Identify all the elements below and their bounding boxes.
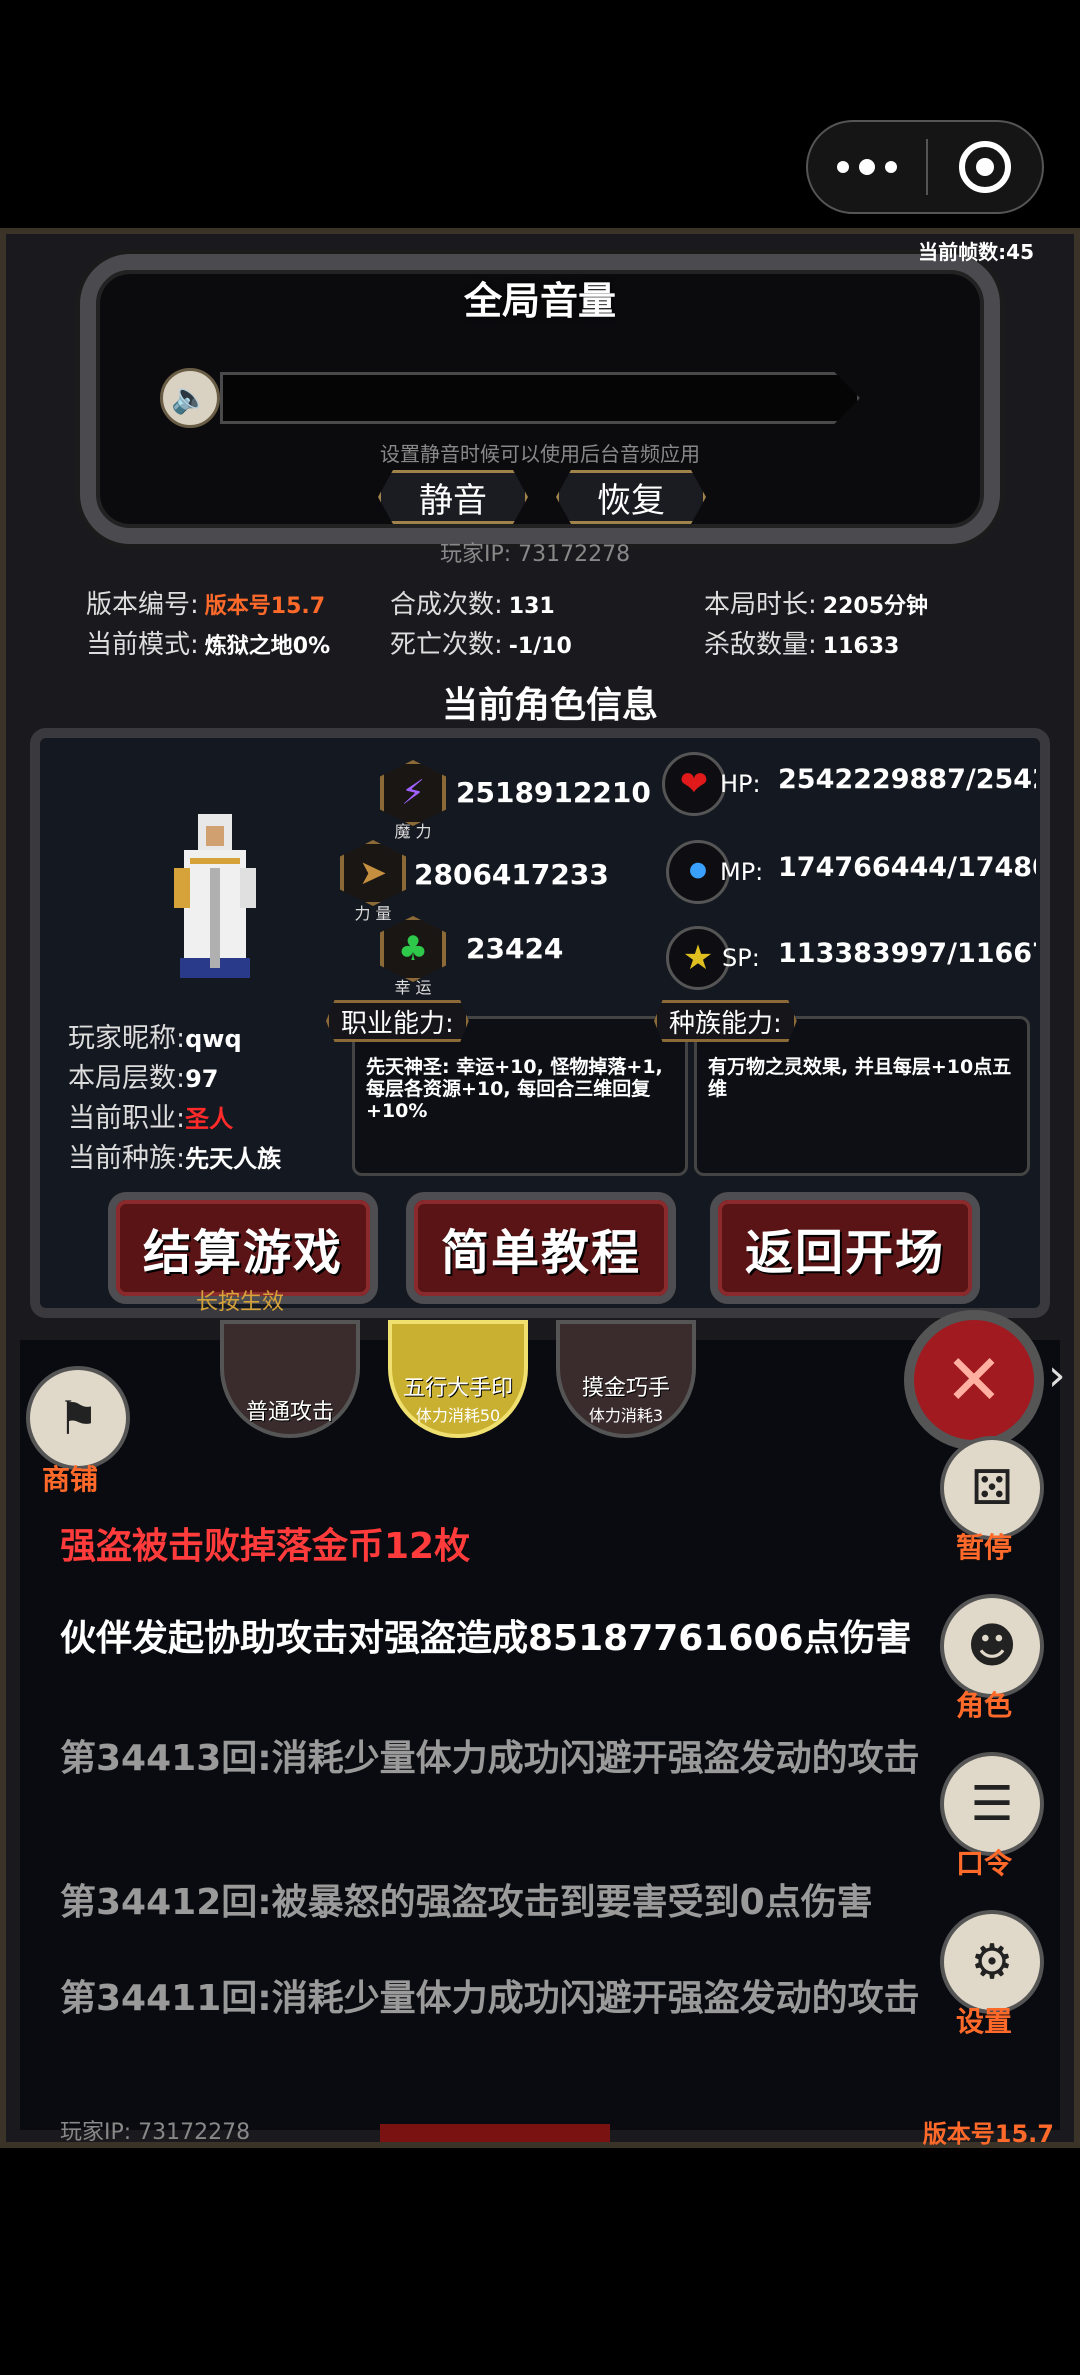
time-stat: 本局时长: 2205分钟 xyxy=(704,584,928,621)
synth-stat: 合成次数: 131 xyxy=(390,584,555,621)
settings-label[interactable]: 设置 xyxy=(956,2000,1012,2040)
synth-label: 合成次数: xyxy=(390,590,503,620)
job-value: 圣人 xyxy=(185,1105,234,1133)
player-ip-footer: 玩家IP: 73172278 xyxy=(60,2120,251,2145)
progress-bar xyxy=(380,2124,610,2142)
pause-label[interactable]: 暂停 xyxy=(956,1526,1012,1566)
character-icon[interactable]: ☻ xyxy=(940,1594,1044,1698)
job-ability-tag: 职业能力: xyxy=(326,1000,469,1042)
time-value: 2205分钟 xyxy=(822,594,928,619)
death-stat: 死亡次数: -1/10 xyxy=(390,624,572,661)
back-to-start-button[interactable]: 返回开场 xyxy=(710,1192,980,1304)
close-miniprogram-button[interactable] xyxy=(928,141,1042,193)
hp-value: 2542229887/254271 xyxy=(778,764,1036,795)
floor-label: 本局层数: xyxy=(68,1063,186,1094)
skill-name: 五行大手印 xyxy=(402,1376,513,1401)
nickname-row: 玩家昵称:qwq xyxy=(68,1016,242,1055)
password-label[interactable]: 口令 xyxy=(956,1842,1012,1882)
player-ip: 玩家IP: 73172278 xyxy=(440,542,631,567)
fps-counter: 当前帧数:45 xyxy=(918,240,1034,264)
role-label[interactable]: 角色 xyxy=(956,1684,1012,1724)
floor-row: 本局层数:97 xyxy=(68,1056,219,1095)
shop-icon[interactable]: ⚑ xyxy=(26,1366,130,1470)
race-label: 当前种族: xyxy=(68,1143,186,1174)
race-ability-text: 有万物之灵效果, 并且每层+10点五维 xyxy=(708,1056,1012,1100)
miniprogram-capsule xyxy=(806,120,1044,214)
race-ability-tag: 种族能力: xyxy=(654,1000,797,1042)
mode-value: 炼狱之地0% xyxy=(204,634,331,659)
sp-label: SP: xyxy=(722,944,760,972)
skill-name: 普通攻击 xyxy=(245,1400,334,1425)
more-options-button[interactable] xyxy=(808,122,926,212)
floor-value: 97 xyxy=(185,1065,219,1093)
mp-label: MP: xyxy=(720,858,764,886)
speaker-icon[interactable]: 🔈 xyxy=(160,368,220,428)
kills-value: 11633 xyxy=(822,634,900,659)
luck-value: 23424 xyxy=(466,932,564,965)
skill-cost: 体力消耗3 xyxy=(588,1406,664,1425)
job-row: 当前职业:圣人 xyxy=(68,1096,233,1135)
job-label: 当前职业: xyxy=(68,1103,186,1134)
volume-hint: 设置静音时候可以使用后台音频应用 xyxy=(380,442,700,466)
restore-button[interactable]: 恢复 xyxy=(556,470,706,524)
strength-value: 2806417233 xyxy=(414,858,609,891)
nickname-label: 玩家昵称: xyxy=(68,1023,186,1054)
log-line: 强盗被击败掉落金币12枚 xyxy=(60,1526,471,1567)
log-line: 第34412回:被暴怒的强盗攻击到要害受到0点伤害 xyxy=(60,1882,873,1923)
settle-hint: 长按生效 xyxy=(196,1290,285,1315)
log-line: 伙伴发起协助攻击对强盗造成85187761606点伤害 xyxy=(60,1618,912,1659)
tutorial-button[interactable]: 简单教程 xyxy=(406,1192,676,1304)
version-footer: 版本号15.7 xyxy=(922,2120,1054,2148)
volume-slider[interactable] xyxy=(220,372,860,424)
volume-title: 全局音量 xyxy=(463,279,616,323)
death-value: -1/10 xyxy=(508,634,572,659)
sp-value: 113383997/116673 xyxy=(778,938,1036,969)
hp-label: HP: xyxy=(720,770,761,798)
job-ability-text: 先天神圣: 幸运+10, 怪物掉落+1, 每层各资源+10, 每回合三维回复+1… xyxy=(366,1056,663,1122)
version-stat: 版本编号: 版本号15.7 xyxy=(86,584,325,621)
version-value: 版本号15.7 xyxy=(204,594,326,619)
book-icon[interactable]: ☰ xyxy=(940,1752,1044,1856)
magic-caption: 魔 力 xyxy=(394,822,432,841)
gear-icon[interactable]: ⚙ xyxy=(940,1910,1044,2014)
dice-icon[interactable]: ⚄ xyxy=(940,1436,1044,1540)
role-section-title: 当前角色信息 xyxy=(441,685,658,726)
mp-value: 174766444/174801 xyxy=(778,852,1036,883)
more-dot-icon xyxy=(837,161,849,173)
log-line: 第34411回:消耗少量体力成功闪避开强盗发动的攻击 xyxy=(60,1978,920,2019)
more-dot-icon xyxy=(885,161,897,173)
skill-cost: 体力消耗50 xyxy=(415,1406,501,1425)
luck-caption: 幸 运 xyxy=(394,978,432,997)
log-line: 第34413回:消耗少量体力成功闪避开强盗发动的攻击 xyxy=(60,1738,920,1779)
target-icon xyxy=(959,141,1011,193)
shop-label[interactable]: 商铺 xyxy=(42,1458,98,1498)
chevron-right-icon[interactable]: › xyxy=(1048,1350,1066,1401)
character-avatar xyxy=(174,814,256,978)
mode-label: 当前模式: xyxy=(86,630,199,660)
strength-caption: 力 量 xyxy=(354,904,392,923)
version-label: 版本编号: xyxy=(86,590,199,620)
nickname-value: qwq xyxy=(185,1025,242,1053)
mode-stat: 当前模式: 炼狱之地0% xyxy=(86,624,330,661)
synth-value: 131 xyxy=(508,594,555,619)
race-value: 先天人族 xyxy=(185,1145,282,1173)
close-icon[interactable]: ✕ xyxy=(904,1310,1044,1450)
death-label: 死亡次数: xyxy=(390,630,503,660)
heart-icon: ❤ xyxy=(662,752,726,816)
race-row: 当前种族:先天人族 xyxy=(68,1136,281,1175)
skill-name: 摸金巧手 xyxy=(581,1376,670,1401)
stamina-icon: ★ xyxy=(666,926,730,990)
mute-button[interactable]: 静音 xyxy=(378,470,528,524)
kills-stat: 杀敌数量: 11633 xyxy=(704,624,899,661)
kills-label: 杀敌数量: xyxy=(704,630,817,660)
more-dot-icon xyxy=(859,159,875,175)
magic-value: 2518912210 xyxy=(456,776,651,809)
time-label: 本局时长: xyxy=(704,590,817,620)
